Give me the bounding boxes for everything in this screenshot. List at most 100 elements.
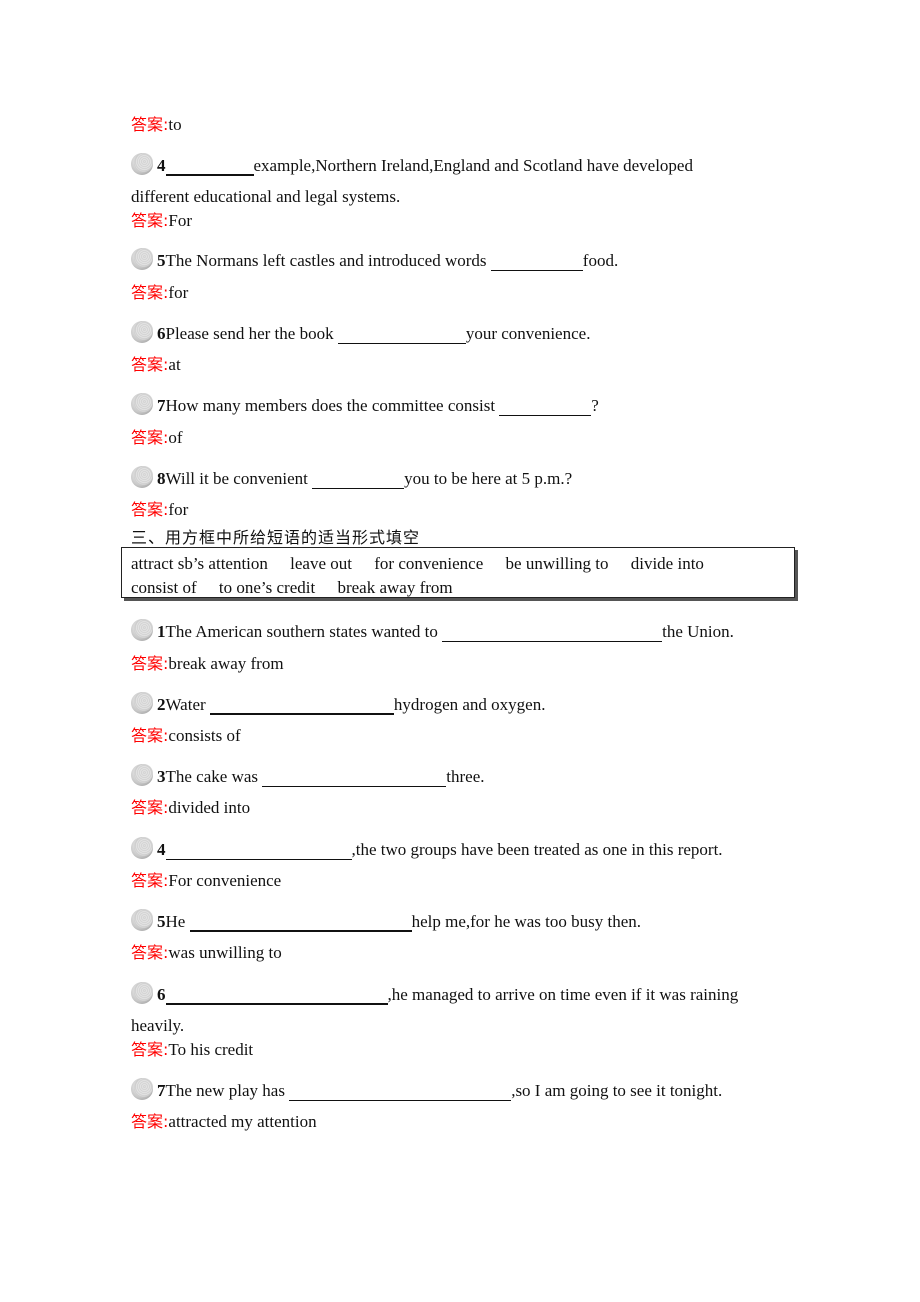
answer-blank[interactable] — [499, 400, 592, 416]
answer-blank[interactable] — [262, 771, 447, 787]
question-text-before: He — [165, 912, 190, 931]
answer-label: 答案: — [131, 355, 169, 374]
answer-blank[interactable] — [312, 473, 405, 489]
phrase-item: divide into — [630, 554, 704, 573]
question-item: 5 The Normans left castles and introduce… — [131, 248, 619, 271]
question-continuation: different educational and legal systems. — [131, 187, 401, 206]
answer-line: 答案:to — [131, 115, 182, 135]
answer-label: 答案: — [131, 428, 169, 447]
answer-label: 答案: — [131, 283, 169, 302]
question-number: 1 — [157, 622, 166, 641]
answer-text: of — [168, 428, 183, 447]
phrase-row: attract sb’s attention leave out for con… — [131, 552, 794, 576]
question-number: 4 — [157, 840, 166, 859]
phrase-row: consist of to one’s credit break away fr… — [131, 576, 794, 600]
question-text-before: The cake was — [165, 767, 263, 786]
question-item: 2 Water hydrogen and oxygen. — [131, 692, 546, 715]
question-item: 7 The new play has ,so I am going to see… — [131, 1078, 722, 1101]
question-text-before: Water — [165, 695, 210, 714]
question-number: 3 — [157, 767, 166, 786]
question-bullet-icon — [131, 1078, 153, 1100]
answer-text: consists of — [168, 726, 241, 745]
question-number: 5 — [157, 912, 166, 931]
answer-label: 答案: — [131, 1040, 169, 1059]
question-number: 6 — [157, 324, 166, 343]
answer-line: 答案:was unwilling to — [131, 943, 282, 963]
phrase-item: be unwilling to — [505, 554, 609, 573]
question-bullet-icon — [131, 982, 153, 1004]
answer-line: 答案:attracted my attention — [131, 1112, 317, 1132]
answer-blank[interactable] — [165, 844, 352, 860]
answer-blank[interactable] — [165, 159, 254, 176]
question-item: 4 ,the two groups have been treated as o… — [131, 837, 723, 860]
answer-line: 答案:of — [131, 428, 183, 448]
question-bullet-icon — [131, 619, 153, 641]
question-text-after: food. — [582, 251, 619, 270]
question-number: 7 — [157, 1081, 166, 1100]
question-number: 4 — [157, 156, 166, 175]
question-number: 5 — [157, 251, 166, 270]
answer-label: 答案: — [131, 115, 169, 134]
answer-blank[interactable] — [442, 626, 663, 642]
answer-line: 答案:To his credit — [131, 1040, 253, 1060]
answer-line: 答案:break away from — [131, 654, 284, 674]
answer-blank[interactable] — [209, 698, 394, 715]
question-text-after: the Union. — [662, 622, 734, 641]
question-text-after: example,Northern Ireland,England and Sco… — [253, 156, 693, 175]
answer-blank[interactable] — [189, 915, 412, 932]
phrase-item: leave out — [290, 554, 352, 573]
answer-label: 答案: — [131, 943, 169, 962]
question-item: 8 Will it be convenient you to be here a… — [131, 466, 572, 489]
phrase-item: for convenience — [374, 554, 484, 573]
answer-blank[interactable] — [165, 988, 388, 1005]
question-bullet-icon — [131, 909, 153, 931]
phrase-item: consist of — [131, 578, 197, 597]
question-continuation: heavily. — [131, 1016, 185, 1035]
answer-label: 答案: — [131, 798, 169, 817]
question-bullet-icon — [131, 248, 153, 270]
answer-blank[interactable] — [337, 328, 466, 344]
question-text-before: The American southern states wanted to — [165, 622, 443, 641]
answer-line: 答案:divided into — [131, 798, 250, 818]
question-text-before: Please send her the book — [165, 324, 338, 343]
question-text-after: help me,for he was too busy then. — [411, 912, 642, 931]
question-bullet-icon — [131, 466, 153, 488]
question-bullet-icon — [131, 393, 153, 415]
question-item: 3 The cake was three. — [131, 764, 485, 787]
section-title: 三、用方框中所给短语的适当形式填空 — [131, 528, 421, 547]
phrase-item: attract sb’s attention — [131, 554, 268, 573]
answer-blank[interactable] — [490, 255, 583, 271]
answer-text: for — [168, 283, 189, 302]
question-text-after: three. — [446, 767, 485, 786]
question-text-after: ,the two groups have been treated as one… — [351, 840, 723, 859]
answer-line: 答案:For — [131, 211, 192, 231]
phrase-box: attract sb’s attention leave out for con… — [121, 547, 795, 598]
answer-line: 答案:for — [131, 283, 188, 303]
answer-text: To his credit — [168, 1040, 254, 1059]
answer-blank[interactable] — [289, 1085, 512, 1101]
question-bullet-icon — [131, 764, 153, 786]
question-bullet-icon — [131, 321, 153, 343]
answer-line: 答案:for — [131, 500, 188, 520]
answer-text: divided into — [168, 798, 251, 817]
question-item: 6 ,he managed to arrive on time even if … — [131, 982, 738, 1005]
question-text-after: hydrogen and oxygen. — [393, 695, 546, 714]
question-text-before: The new play has — [165, 1081, 290, 1100]
answer-line: 答案:For convenience — [131, 871, 281, 891]
question-item: 7 How many members does the committee co… — [131, 393, 599, 416]
question-text-before: Will it be convenient — [165, 469, 313, 488]
answer-text: was unwilling to — [168, 943, 282, 962]
question-text-after: your convenience. — [465, 324, 591, 343]
answer-text: For convenience — [168, 871, 282, 890]
question-number: 7 — [157, 396, 166, 415]
answer-label: 答案: — [131, 500, 169, 519]
question-item: 1 The American southern states wanted to… — [131, 619, 734, 642]
answer-line: 答案:at — [131, 355, 181, 375]
answer-label: 答案: — [131, 211, 169, 230]
question-item: 4 example,Northern Ireland,England and S… — [131, 153, 693, 176]
phrase-item: break away from — [337, 578, 453, 597]
answer-text: for — [168, 500, 189, 519]
question-bullet-icon — [131, 153, 153, 175]
question-item: 5 He help me,for he was too busy then. — [131, 909, 642, 932]
phrase-item: to one’s credit — [218, 578, 316, 597]
